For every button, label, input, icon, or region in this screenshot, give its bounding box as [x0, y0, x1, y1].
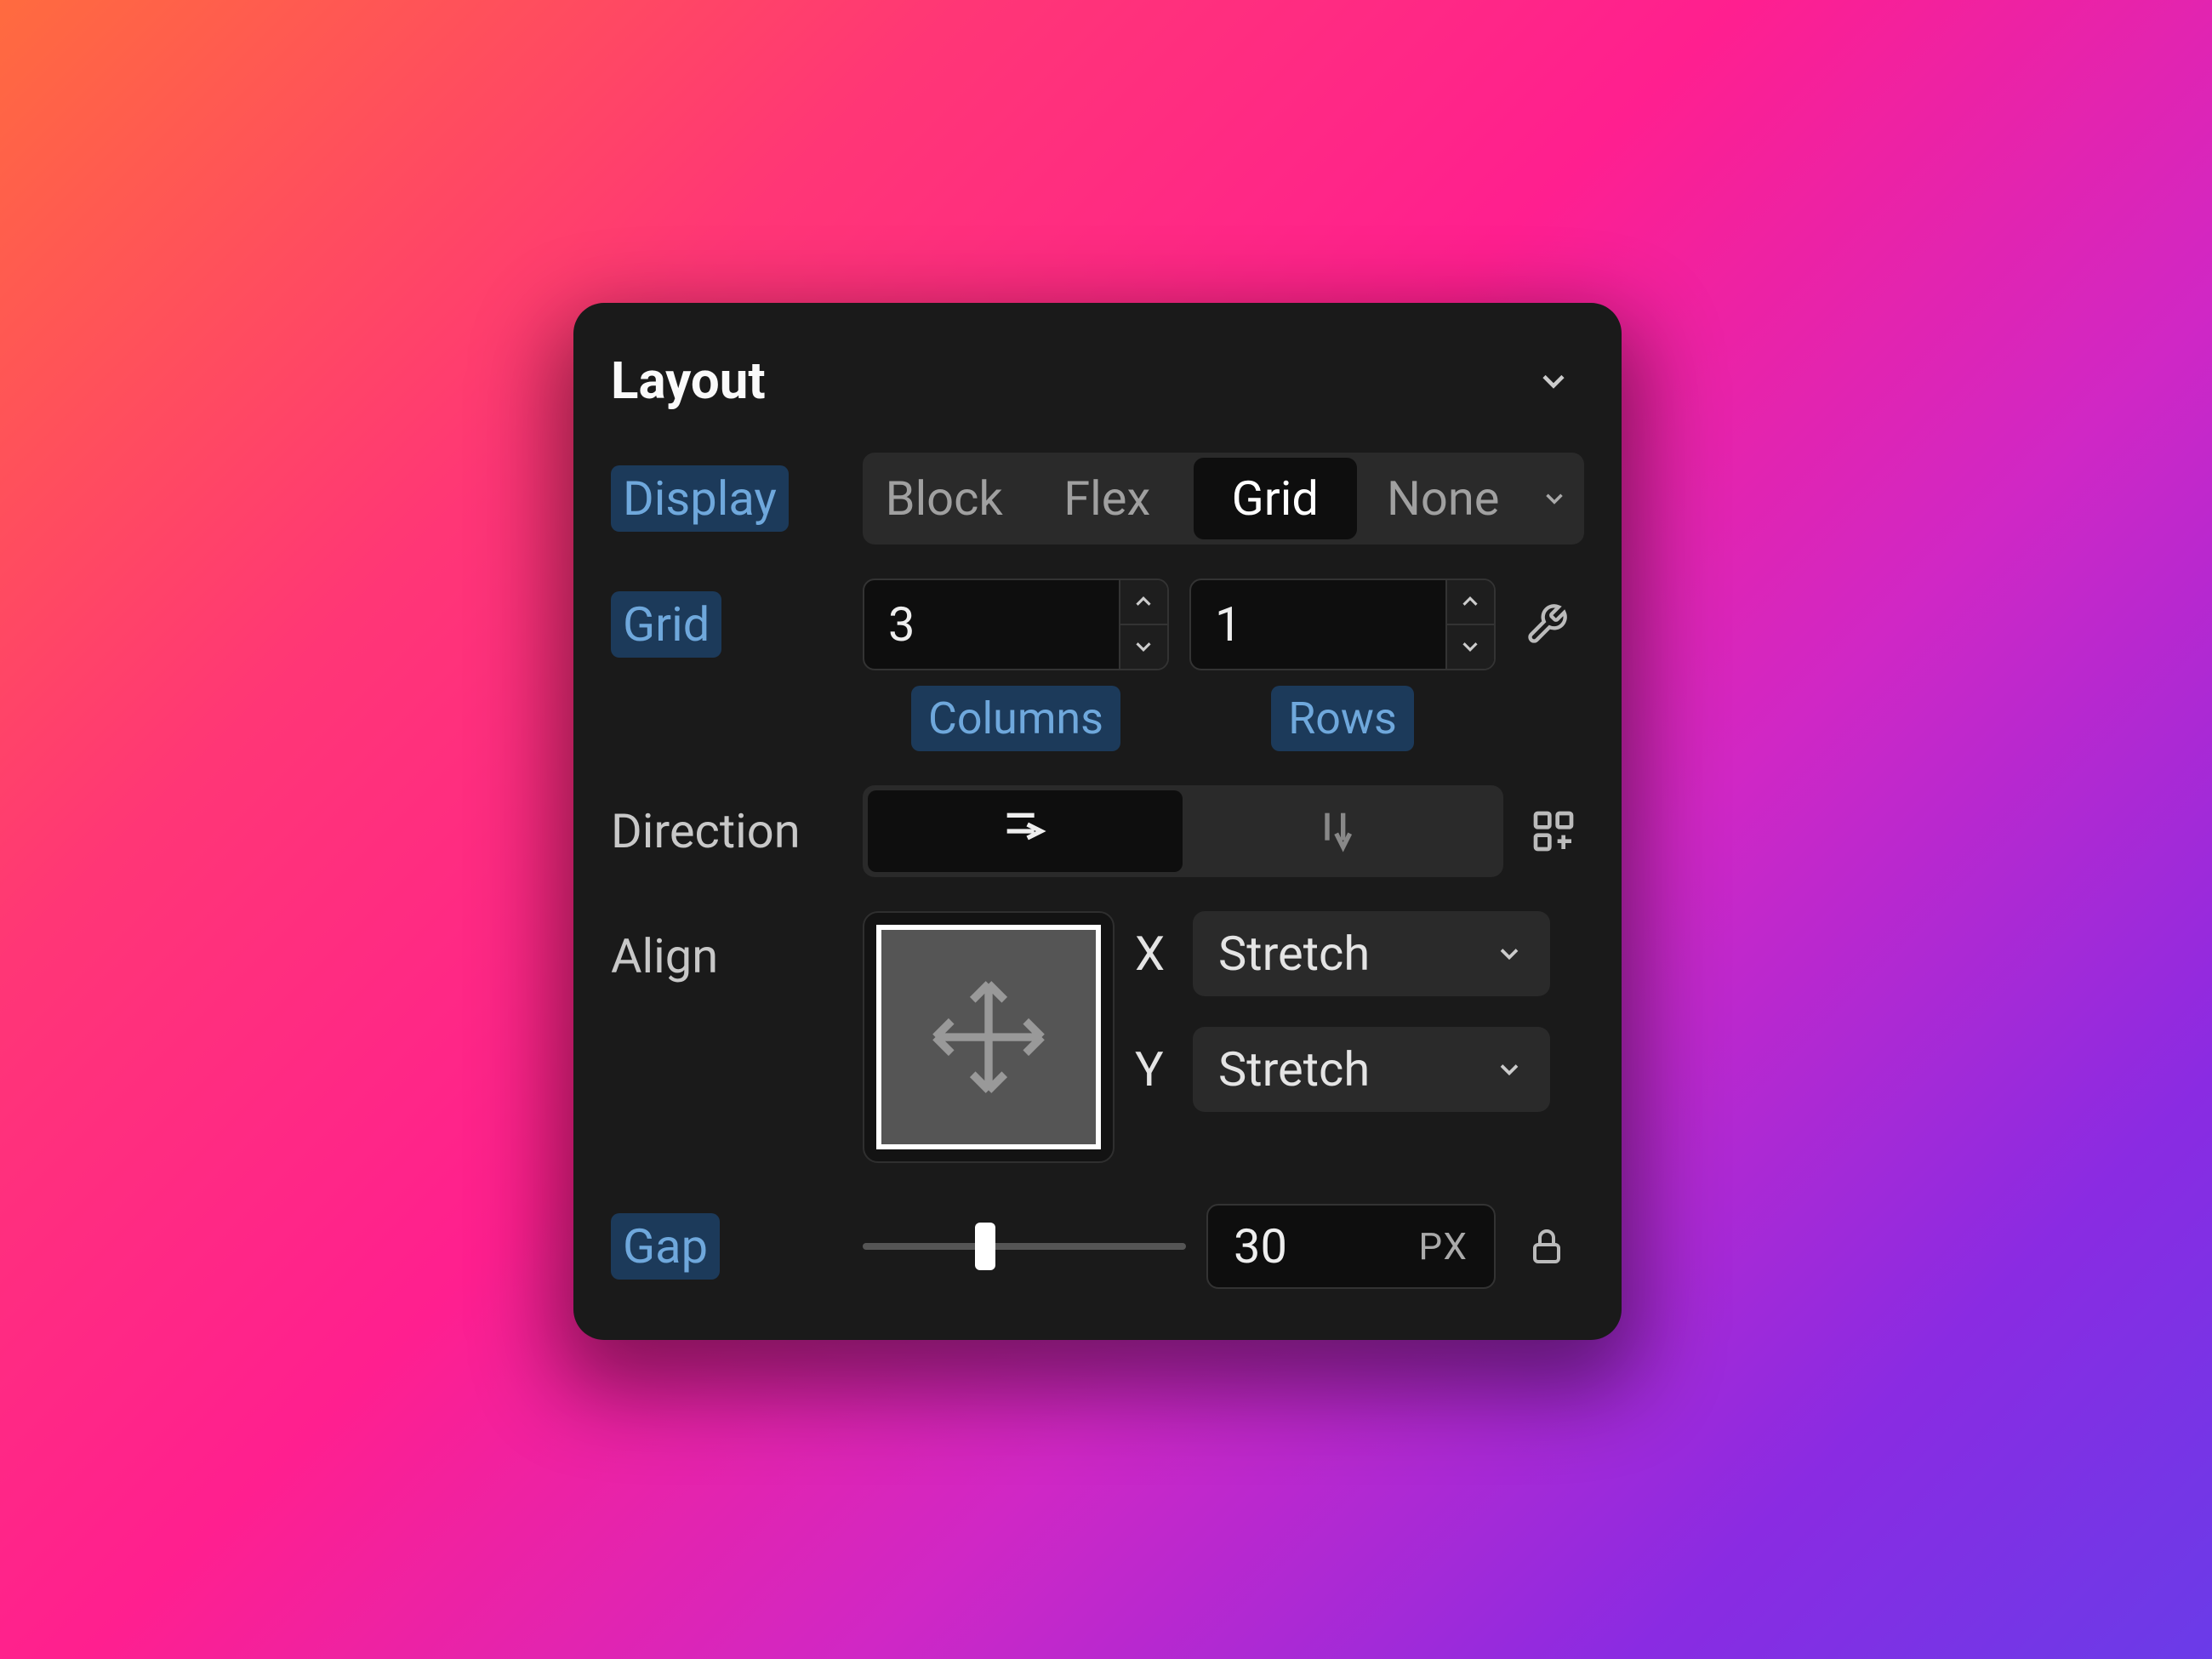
chevron-down-icon [1540, 484, 1569, 513]
gap-slider[interactable] [863, 1243, 1186, 1250]
grid-row: Grid [611, 579, 1584, 670]
wrench-icon [1525, 602, 1569, 647]
direction-row-button[interactable] [868, 790, 1183, 872]
dense-grid-button[interactable] [1524, 801, 1584, 862]
grid-rows-input[interactable] [1191, 580, 1445, 669]
display-option-block[interactable]: Block [863, 453, 1026, 544]
grid-settings-button[interactable] [1516, 594, 1577, 655]
align-row: Align X Stretch Y Stretch [611, 911, 1584, 1163]
display-row: Display Block Flex Grid None [611, 453, 1584, 544]
chevron-down-icon [1494, 938, 1525, 969]
rows-chip: Rows [1271, 686, 1414, 751]
align-y-value: Stretch [1218, 1041, 1370, 1097]
grid-rows-stepper[interactable] [1189, 579, 1496, 670]
chevron-up-icon [1457, 589, 1483, 614]
chevron-down-icon [1535, 362, 1572, 400]
slider-thumb[interactable] [975, 1223, 995, 1270]
grid-rows-up-button[interactable] [1447, 580, 1494, 625]
gap-lock-button[interactable] [1516, 1216, 1577, 1277]
move-cross-icon [925, 973, 1052, 1101]
gap-value: 30 [1234, 1218, 1287, 1274]
grid-columns-down-button[interactable] [1120, 625, 1167, 669]
lock-icon [1526, 1226, 1567, 1267]
display-option-grid[interactable]: Grid [1194, 458, 1357, 539]
display-segmented: Block Flex Grid None [863, 453, 1584, 544]
columns-chip: Columns [911, 686, 1120, 751]
grid-dense-icon [1530, 807, 1577, 855]
align-x-dropdown[interactable]: Stretch [1193, 911, 1550, 996]
chevron-down-icon [1457, 634, 1483, 659]
panel-title: Layout [611, 351, 766, 411]
display-option-none[interactable]: None [1362, 453, 1525, 544]
slider-track [863, 1243, 1186, 1250]
gap-unit: PX [1418, 1224, 1468, 1268]
direction-row: Direction [611, 785, 1584, 877]
display-option-flex[interactable]: Flex [1026, 453, 1189, 544]
chevron-down-icon [1494, 1054, 1525, 1085]
display-label: Display [611, 465, 789, 532]
align-x-value: Stretch [1218, 926, 1370, 982]
grid-sublabels: Columns Rows [611, 686, 1584, 751]
grid-columns-up-button[interactable] [1120, 580, 1167, 625]
collapse-panel-button[interactable] [1523, 351, 1584, 412]
gap-row: Gap 30 PX [611, 1204, 1584, 1289]
gap-input[interactable]: 30 PX [1206, 1204, 1496, 1289]
layout-panel: Layout Display Block Flex Grid None Grid [573, 303, 1622, 1340]
panel-header: Layout [611, 351, 1584, 412]
grid-label: Grid [611, 591, 721, 658]
align-y-axis-label: Y [1135, 1041, 1172, 1097]
grid-columns-stepper[interactable] [863, 579, 1169, 670]
grid-rows-down-button[interactable] [1447, 625, 1494, 669]
display-more-button[interactable] [1525, 484, 1584, 513]
align-grid-picker[interactable] [863, 911, 1115, 1163]
direction-column-button[interactable] [1183, 790, 1497, 872]
chevron-up-icon [1131, 589, 1156, 614]
direction-segmented [863, 785, 1503, 877]
chevron-down-icon [1131, 634, 1156, 659]
grid-columns-input[interactable] [864, 580, 1119, 669]
gap-label: Gap [611, 1213, 720, 1280]
align-x-axis-label: X [1135, 926, 1172, 982]
flow-column-icon [1314, 804, 1368, 858]
direction-label: Direction [611, 803, 801, 859]
align-y-dropdown[interactable]: Stretch [1193, 1027, 1550, 1112]
flow-row-icon [998, 804, 1052, 858]
align-label: Align [611, 928, 718, 984]
